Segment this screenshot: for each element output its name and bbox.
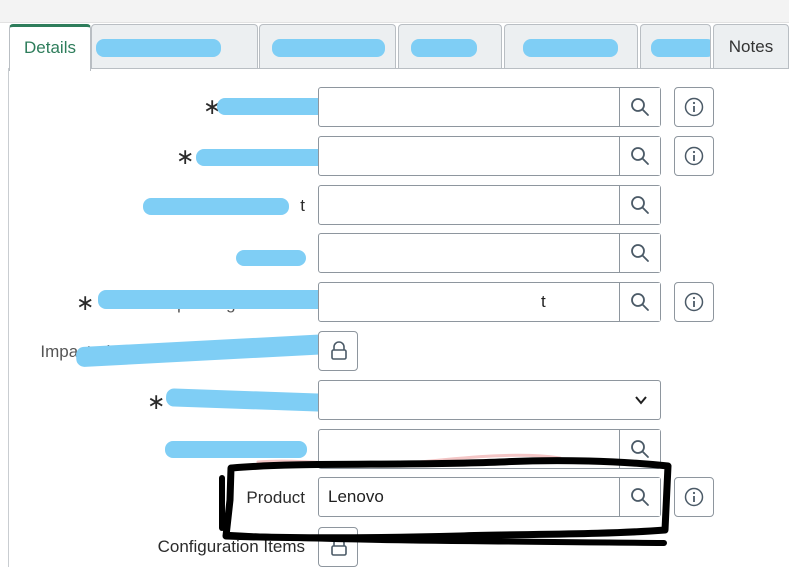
product-search-button[interactable] — [619, 478, 660, 516]
tab-notes[interactable]: Notes — [713, 24, 789, 69]
chevron-down-icon — [635, 396, 647, 405]
tab-demand[interactable] — [91, 24, 258, 69]
search-icon — [631, 244, 649, 262]
redaction-mark — [272, 39, 385, 57]
row1-search-button[interactable] — [619, 88, 660, 126]
tab-redacted[interactable] — [259, 24, 396, 69]
info-icon — [684, 97, 704, 117]
row1-lookup-field[interactable] — [318, 87, 661, 127]
row3-search-button[interactable] — [619, 186, 660, 224]
tab-details[interactable]: Details — [9, 24, 91, 71]
product-label: Product — [246, 488, 305, 507]
search-icon — [631, 196, 649, 214]
search-icon — [631, 293, 649, 311]
tab-bar: Details Notes — [0, 22, 789, 71]
info-icon — [684, 292, 704, 312]
product-value: Lenovo — [328, 487, 384, 506]
redaction-mark — [523, 39, 618, 57]
redaction-mark — [411, 39, 477, 57]
config-items-label: Configuration Items — [157, 537, 305, 556]
redaction-mark — [236, 250, 306, 266]
lock-icon — [331, 341, 347, 360]
lock-icon — [331, 537, 347, 556]
redaction-mark — [165, 441, 307, 458]
row3-label: t — [300, 196, 305, 215]
required-marker: ∗ — [76, 290, 95, 315]
redaction-mark — [75, 332, 355, 368]
product-lookup-field[interactable]: Lenovo — [318, 477, 661, 517]
row1-info-button[interactable] — [674, 87, 714, 127]
info-icon — [684, 487, 704, 507]
row4-lookup-field[interactable] — [318, 233, 661, 273]
row4-search-button[interactable] — [619, 234, 660, 272]
tab-details-label: Details — [24, 38, 76, 57]
search-icon — [631, 98, 649, 116]
required-marker: ∗ — [176, 144, 195, 169]
panel-top-border — [90, 68, 789, 69]
tab-redacted-3[interactable] — [640, 24, 711, 69]
top-strip — [0, 0, 789, 23]
row6-lock-button[interactable] — [318, 331, 358, 371]
row5-lookup-field[interactable]: t — [318, 282, 661, 322]
product-info-button[interactable] — [674, 477, 714, 517]
row2-info-button[interactable] — [674, 136, 714, 176]
info-icon — [684, 146, 704, 166]
search-icon — [631, 488, 649, 506]
tab-billing-details[interactable] — [504, 24, 638, 69]
required-marker: ∗ — [147, 389, 166, 414]
row3-lookup-field[interactable] — [318, 185, 661, 225]
tab-notes-label: Notes — [728, 37, 774, 56]
redaction-mark — [96, 39, 221, 57]
row2-lookup-field[interactable] — [318, 136, 661, 176]
tab-redacted-2[interactable] — [398, 24, 502, 69]
search-icon — [631, 147, 649, 165]
row8-search-button[interactable] — [619, 430, 660, 468]
config-items-lock-button[interactable] — [318, 527, 358, 567]
redaction-mark — [651, 39, 710, 57]
row5-info-button[interactable] — [674, 282, 714, 322]
panel-left-border — [8, 68, 9, 567]
search-icon — [631, 440, 649, 458]
row5-value: t — [541, 292, 546, 311]
row7-select[interactable] — [318, 380, 661, 420]
row8-lookup-field[interactable] — [318, 429, 661, 469]
redaction-mark — [143, 198, 289, 215]
row2-search-button[interactable] — [619, 137, 660, 175]
row5-search-button[interactable] — [619, 283, 660, 321]
